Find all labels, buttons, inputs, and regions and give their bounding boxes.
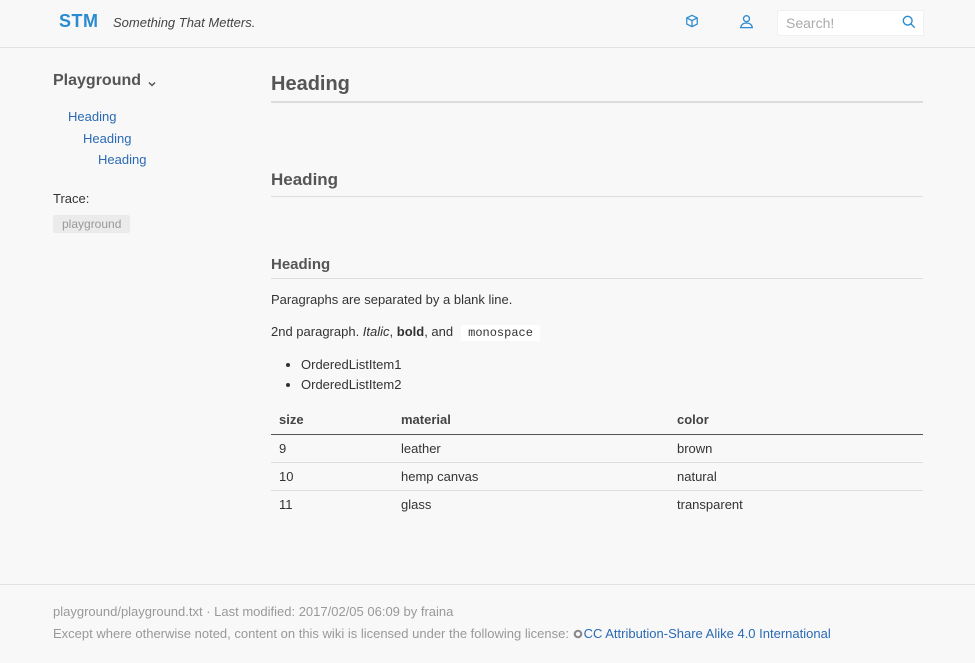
trace-label: Trace:: [53, 190, 90, 206]
table-cell: natural: [669, 462, 923, 491]
toc-item: Heading: [53, 149, 243, 171]
paragraph-2-sep: , and: [424, 324, 454, 339]
table-of-contents: Heading Heading Heading: [53, 106, 243, 171]
bold-text: bold: [396, 324, 425, 339]
page-footer: playground/playground.txt · Last modifie…: [0, 584, 975, 663]
table-cell: 10: [271, 462, 393, 491]
table-cell: glass: [401, 496, 432, 512]
table-cell: brown: [669, 434, 923, 463]
column-header-color: color: [669, 406, 923, 435]
heading-level-3: Heading: [271, 256, 923, 279]
toc-item: Heading: [53, 106, 243, 128]
table-cell: 11: [279, 496, 293, 512]
trace-breadcrumb-playground[interactable]: playground: [53, 214, 131, 233]
license-link[interactable]: CC Attribution-Share Alike 4.0 Internati…: [584, 626, 831, 641]
list-item: OrderedListItem1: [301, 355, 401, 375]
table-row: 9 leather brown: [271, 434, 923, 463]
cube-icon[interactable]: [685, 14, 701, 30]
search-icon[interactable]: [902, 15, 918, 31]
materials-table: size material color 9 leather brown 10 h…: [271, 406, 923, 518]
heading-level-2: Heading: [271, 170, 923, 197]
paragraph-2-sep: ,: [389, 324, 397, 339]
paragraph-2-prefix: 2nd paragraph.: [271, 324, 363, 339]
sidebar-title-toggle[interactable]: Playground: [53, 70, 243, 92]
column-header-material: material: [393, 406, 669, 435]
monospace-text: monospace: [461, 325, 540, 341]
table-header-row: size material color: [271, 406, 923, 435]
table-cell: hemp canvas: [393, 462, 669, 491]
user-icon[interactable]: [739, 14, 755, 30]
bullet-list: OrderedListItem1 OrderedListItem2: [301, 355, 401, 395]
page-info-last-modified: playground/playground.txt · Last modifie…: [53, 604, 454, 619]
sidebar: Playground Heading Heading Heading Trace…: [53, 70, 243, 233]
license-prefix: Except where otherwise noted, content on…: [53, 626, 573, 641]
table-cell: 9: [271, 434, 393, 463]
table-row: 10 hemp canvas natural: [271, 462, 923, 491]
chevron-down-icon: [147, 76, 157, 87]
table-cell: leather: [393, 434, 669, 463]
license-notice: Except where otherwise noted, content on…: [53, 626, 831, 641]
search-box: [777, 10, 924, 36]
heading-level-1: Heading: [271, 70, 923, 103]
sidebar-title: Playground: [53, 72, 142, 89]
table-row: 11 glass transparent: [271, 490, 923, 518]
brand-logo-link[interactable]: STM: [59, 11, 99, 32]
top-header: STM Something That Metters.: [0, 0, 975, 48]
site-tagline: Something That Metters.: [113, 15, 256, 30]
toc-link-heading-2[interactable]: Heading: [83, 131, 131, 146]
search-input[interactable]: [778, 11, 898, 35]
column-header-size: size: [271, 406, 393, 435]
main-content: Heading Heading Heading Paragraphs are s…: [271, 70, 923, 512]
table-cell: transparent: [677, 496, 743, 512]
italic-text: Italic: [362, 324, 390, 339]
list-item: OrderedListItem2: [301, 375, 401, 395]
toc-item: Heading: [53, 128, 243, 150]
toc-link-heading-3[interactable]: Heading: [98, 152, 146, 167]
paragraph-1: Paragraphs are separated by a blank line…: [271, 292, 513, 307]
cc-license-icon: [573, 627, 583, 639]
toc-link-heading-1[interactable]: Heading: [68, 109, 116, 124]
paragraph-2: 2nd paragraph. Italic, bold, and monospac…: [271, 324, 540, 341]
